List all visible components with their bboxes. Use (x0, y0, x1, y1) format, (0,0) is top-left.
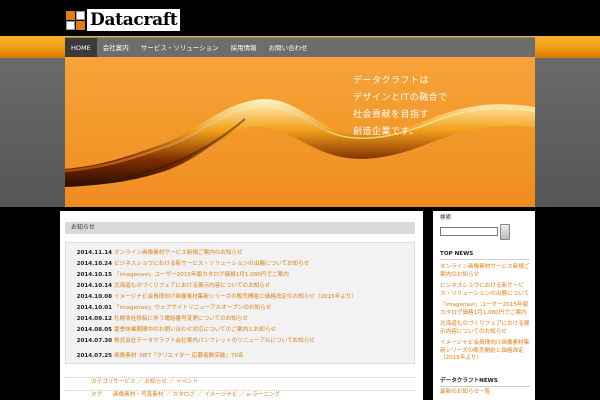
news-link[interactable]: 「imagenavi」ユーザー2015年版カタログ価格1月1,080円でご案内 (114, 272, 410, 279)
nav-item-recruit[interactable]: 採用情報 (225, 38, 263, 58)
hero-line: 創造企業です。 (353, 127, 419, 137)
category-links: サービス ／ お知らせ ／ イベント (113, 379, 199, 385)
search-label: 検索 (440, 215, 452, 221)
top-news-heading: TOP NEWS (440, 251, 530, 260)
logo-text: Datacraft (87, 9, 181, 31)
hero-line: デザインとITの融合で (353, 93, 448, 103)
tag-row: タグ 画像素材・写真素材 ／ カタログ ／ イメージナビ ／ e-ラーニング (65, 390, 415, 398)
news-date: 2014.11.14 (76, 250, 112, 256)
news-date: 2014.10.15 (76, 272, 112, 278)
tag-link[interactable]: イメージナビ (204, 392, 237, 398)
tag-link[interactable]: e-ラーニング (247, 392, 280, 398)
news-date: 2014.07.30 (76, 338, 112, 344)
news-date: 2014.09.12 (76, 316, 112, 322)
nav-item-home[interactable]: HOME (65, 37, 97, 58)
search-button[interactable] (500, 224, 510, 240)
news-date: 2014.08.05 (76, 327, 112, 333)
tag-link[interactable]: 画像素材・写真素材 (113, 392, 163, 398)
news-date: 2014.10.01 (76, 305, 112, 311)
site-logo[interactable]: Datacraft (66, 9, 181, 31)
top-news-link[interactable]: 「imagenavi」ユーザー2015年版カタログ価格1月1,080円でご案内 (440, 302, 532, 317)
recent-news-link[interactable]: 最新のお知らせ一覧 (440, 389, 532, 397)
news-link[interactable]: 画像素材 .NET「クリエイター 応募者数突破」70名 (114, 353, 410, 360)
nav-item-services[interactable]: サービス・ソリューション (135, 38, 225, 58)
hero-banner: データクラフトは デザインとITの融合で 社会貢献を目指す 創造企業です。 (65, 57, 535, 207)
news-link[interactable]: 「imagenavi」ウェブサイトリニューアルオープンのお知らせ (114, 305, 410, 312)
top-news-link[interactable]: ビジネスショウにおける新サービス・ソリューションの出展について (440, 283, 532, 298)
news-date: 2014.10.08 (76, 294, 112, 300)
top-news-link[interactable]: 北海道ものづくりフェアにおける展示内容についてのお知らせ (440, 321, 532, 336)
category-link[interactable]: イベント (176, 379, 198, 385)
hero-line: データクラフトは (353, 76, 430, 86)
search-input[interactable] (440, 227, 498, 236)
news-section-title: お知らせ (65, 222, 415, 234)
top-news-link[interactable]: オンライン画像素材サービス新規ご案内のお知らせ (440, 264, 532, 279)
category-label: カテゴリ (91, 379, 114, 385)
category-link[interactable]: お知らせ (145, 379, 167, 385)
recent-news-heading: データクラフトNEWS (440, 376, 530, 387)
news-link[interactable]: イメージナビ会員様向け画像素材集新シリーズの販売開始と価格改定のお知らせ（201… (114, 294, 410, 301)
main-nav: HOME 会社案内 サービス・ソリューション 採用情報 お問い合わせ (65, 37, 535, 58)
news-link[interactable]: 北海道ものづくりフェアにおける展示内容についてのお知らせ (114, 283, 410, 290)
tag-link[interactable]: カタログ (173, 392, 195, 398)
news-date: 2014.07.25 (76, 353, 112, 359)
tag-label: タグ (91, 392, 103, 398)
nav-item-company[interactable]: 会社案内 (97, 38, 135, 58)
news-date: 2014.10.24 (76, 261, 112, 267)
category-link[interactable]: サービス (113, 379, 135, 385)
news-date: 2014.10.14 (76, 283, 112, 289)
news-link[interactable]: 株式会社データクラフト会社案内パンフレットのリニューアルについてお知らせ (114, 338, 410, 345)
liquid-wave-image (65, 99, 535, 187)
nav-item-contact[interactable]: お問い合わせ (263, 38, 314, 58)
hero-copy: データクラフトは デザインとITの融合で 社会貢献を目指す 創造企業です。 (353, 73, 448, 141)
category-row: カテゴリ サービス ／ お知らせ ／ イベント (65, 377, 415, 385)
tag-links: 画像素材・写真素材 ／ カタログ ／ イメージナビ ／ e-ラーニング (113, 392, 281, 398)
top-news-link[interactable]: イメージナビ会員様向け画像素材集新シリーズの販売開始と価格改定（2015年より） (440, 340, 532, 363)
hero-line: 社会貢献を目指す (353, 110, 430, 120)
news-link[interactable]: 夏季休業期間中のお問い合わせ対応についてのご案内とお知らせ (114, 327, 410, 334)
news-link[interactable]: ビジネスショウにおける新サービス・ソリューションの出展についてお知らせ (114, 261, 410, 268)
logo-mark-icon (66, 10, 85, 30)
news-link[interactable]: 札幌本社移転に伴う電話番号変更についてのお知らせ (114, 316, 410, 323)
news-list: 2014.11.14 オンライン画像素材サービス新規ご案内のお知らせ 2014.… (65, 242, 415, 364)
news-link[interactable]: オンライン画像素材サービス新規ご案内のお知らせ (114, 250, 410, 257)
